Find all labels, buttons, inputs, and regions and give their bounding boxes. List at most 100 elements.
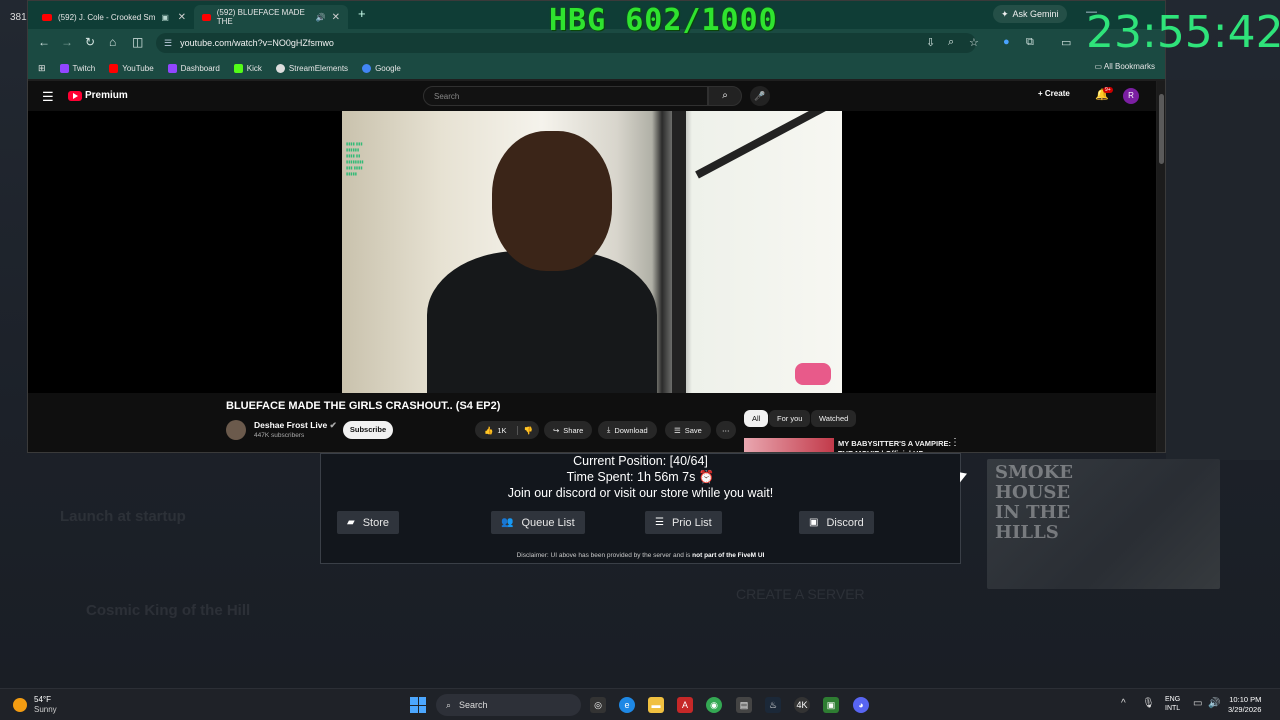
app-icon-green[interactable]: ▣ — [823, 697, 839, 713]
chip-for-you[interactable]: For you — [769, 410, 811, 427]
discord-button[interactable]: ▣ Discord — [799, 511, 874, 534]
bookmark-twitch[interactable]: Twitch — [59, 63, 95, 73]
speaker-icon[interactable]: 🔊 — [316, 13, 326, 22]
kick-icon — [233, 63, 243, 73]
recommendation-title[interactable]: MY BABYSITTER'S A VAMPIRE: THE MOVIE | O… — [838, 439, 958, 452]
video-person — [427, 251, 657, 393]
tray-mic-icon[interactable]: 🎙 — [1142, 698, 1155, 709]
more-actions-icon[interactable]: ⋯ — [716, 421, 736, 439]
prio-list-button[interactable]: ☰ Prio List — [645, 511, 722, 534]
thumbs-up-icon: 👍 — [484, 425, 494, 435]
chip-watched[interactable]: Watched — [811, 410, 857, 427]
video-player[interactable]: ▮▮▮▮ ▮▮▮ ▮▮▮▮▮▮ ▮▮▮▮ ▮▮ ▮▮▮▮▮▮▮▮ ▮▮▮ ▮▮▮▮ ▮▮▮… — [342, 111, 842, 393]
display-icon[interactable]: ▭ — [1193, 698, 1202, 709]
weather-sun-icon[interactable] — [13, 698, 27, 712]
bookmark-youtube[interactable]: YouTube — [109, 63, 154, 73]
ask-gemini-button[interactable]: ✦ Ask Gemini — [993, 5, 1067, 23]
weather-desc[interactable]: Sunny — [34, 705, 57, 714]
video-sticker-logo — [795, 363, 831, 385]
queue-time-spent: Time Spent: 1h 56m 7s ⏰ — [566, 470, 715, 484]
channel-avatar[interactable] — [226, 420, 246, 440]
like-count: 1K — [497, 425, 507, 435]
taskbar-search[interactable]: ⌕ Search — [436, 694, 581, 716]
site-info-icon[interactable]: ☰ — [164, 38, 172, 49]
steam-icon[interactable]: ♨ — [765, 697, 781, 713]
youtube-search-input[interactable]: Search — [423, 86, 708, 106]
queue-list-button[interactable]: 👥 Queue List — [491, 511, 585, 534]
clock-date: 3/29/2026 — [1228, 705, 1262, 714]
download-button[interactable]: ⤓ Download — [598, 421, 657, 439]
thumbs-down-icon[interactable]: 👎 — [516, 425, 533, 435]
scrollbar-thumb[interactable] — [1159, 94, 1164, 164]
windows-start-icon[interactable] — [410, 697, 426, 713]
install-icon[interactable]: ⇩ — [926, 36, 935, 49]
zoom-icon[interactable]: ⌕ — [948, 36, 954, 49]
edge-icon[interactable]: e — [619, 697, 635, 713]
apps-icon[interactable]: ⊞ — [38, 63, 46, 74]
share-label: Share — [563, 425, 584, 435]
taskbar: 54°F Sunny ⌕ Search ◎ e ▬ A ◉ ▤ ♨ 4K ▣ ◕ … — [0, 688, 1280, 720]
split-view-icon[interactable]: ◫ — [132, 35, 143, 49]
bookmark-dashboard[interactable]: Dashboard — [167, 63, 220, 73]
star-icon[interactable]: ☆ — [969, 36, 979, 49]
close-tab-icon[interactable]: ✕ — [178, 12, 186, 23]
chip-all[interactable]: All — [744, 410, 769, 427]
weather-temp[interactable]: 54°F — [34, 695, 51, 704]
password-manager-icon[interactable]: ● — [1003, 36, 1010, 48]
search-icon: ⌕ — [446, 699, 452, 710]
like-button[interactable]: 👍 1K 👎 — [475, 421, 539, 439]
save-label: Save — [684, 425, 702, 435]
folder-icon: ▭ — [1094, 62, 1103, 71]
stream-clock: 23:55:42 — [1086, 7, 1280, 58]
menu-icon[interactable]: ☰ — [42, 89, 54, 105]
app-icon-red[interactable]: A — [677, 697, 693, 713]
taskbar-clock[interactable]: 10:10 PM 3/29/2026 — [1228, 695, 1261, 715]
save-button[interactable]: ☰ Save — [665, 421, 711, 439]
home-icon[interactable]: ⌂ — [109, 35, 116, 49]
extensions-icon[interactable]: ⧉ — [1026, 36, 1034, 49]
queue-list-label: Queue List — [521, 516, 575, 529]
bookmark-kick[interactable]: Kick — [233, 63, 262, 73]
search-icon[interactable]: ⌕ — [708, 86, 742, 106]
back-icon[interactable]: ← — [38, 35, 50, 49]
language-indicator[interactable]: ENG INTL — [1165, 695, 1180, 713]
url-text: youtube.com/watch?v=NO0gHZfsmwo — [180, 38, 334, 48]
create-button[interactable]: + Create — [1038, 89, 1070, 98]
file-explorer-icon[interactable]: ▬ — [648, 697, 664, 713]
app-icon-1[interactable]: ◎ — [590, 697, 606, 713]
avatar[interactable]: R — [1123, 88, 1139, 104]
queue-message: Join our discord or visit our store whil… — [507, 486, 774, 500]
video-person-head — [492, 131, 612, 271]
side-panel-icon[interactable]: ▭ — [1061, 36, 1071, 49]
video-title: BLUEFACE MADE THE GIRLS CRASHOUT.. (S4 E… — [226, 400, 501, 412]
tab-jcole[interactable]: (592) J. Cole - Crooked Sm ▣ ✕ — [34, 5, 194, 29]
tab-blueface[interactable]: (592) BLUEFACE MADE THE 🔊 ✕ — [194, 5, 348, 29]
tab-title: (592) BLUEFACE MADE THE — [216, 8, 305, 26]
discord-taskbar-icon[interactable]: ◕ — [853, 697, 869, 713]
new-tab-button[interactable]: + — [358, 6, 366, 21]
chrome-icon[interactable]: ◉ — [706, 697, 722, 713]
store-button[interactable]: ▰ Store — [337, 511, 399, 534]
subscribe-button[interactable]: Subscribe — [343, 421, 393, 439]
forward-icon[interactable]: → — [61, 35, 73, 49]
volume-icon[interactable]: 🔊 — [1208, 698, 1220, 709]
reload-icon[interactable]: ↻ — [85, 35, 95, 49]
app-icon-2[interactable]: ▤ — [736, 697, 752, 713]
tray-chevron-icon[interactable]: ^ — [1121, 698, 1126, 709]
all-bookmarks[interactable]: ▭ All Bookmarks — [1095, 62, 1155, 71]
recommendation-thumbnail[interactable] — [744, 438, 834, 452]
app-icon-4k[interactable]: 4K — [794, 697, 810, 713]
share-button[interactable]: ↪ Share — [544, 421, 593, 439]
prio-list-label: Prio List — [671, 516, 712, 529]
microphone-icon[interactable]: 🎤 — [750, 86, 770, 106]
video-door-bar — [695, 111, 832, 179]
streamelements-icon — [275, 63, 285, 73]
more-vert-icon[interactable]: ⋮ — [950, 437, 960, 448]
channel-name-text: Deshae Frost Live — [254, 420, 328, 430]
channel-name[interactable]: Deshae Frost Live ✔ — [254, 420, 337, 431]
bookmark-streamelements[interactable]: StreamElements — [275, 63, 348, 73]
bookmark-google[interactable]: Google — [362, 63, 401, 73]
youtube-logo[interactable]: Premium — [68, 90, 128, 101]
close-tab-icon[interactable]: ✕ — [332, 12, 340, 23]
background-strip — [1166, 80, 1280, 460]
